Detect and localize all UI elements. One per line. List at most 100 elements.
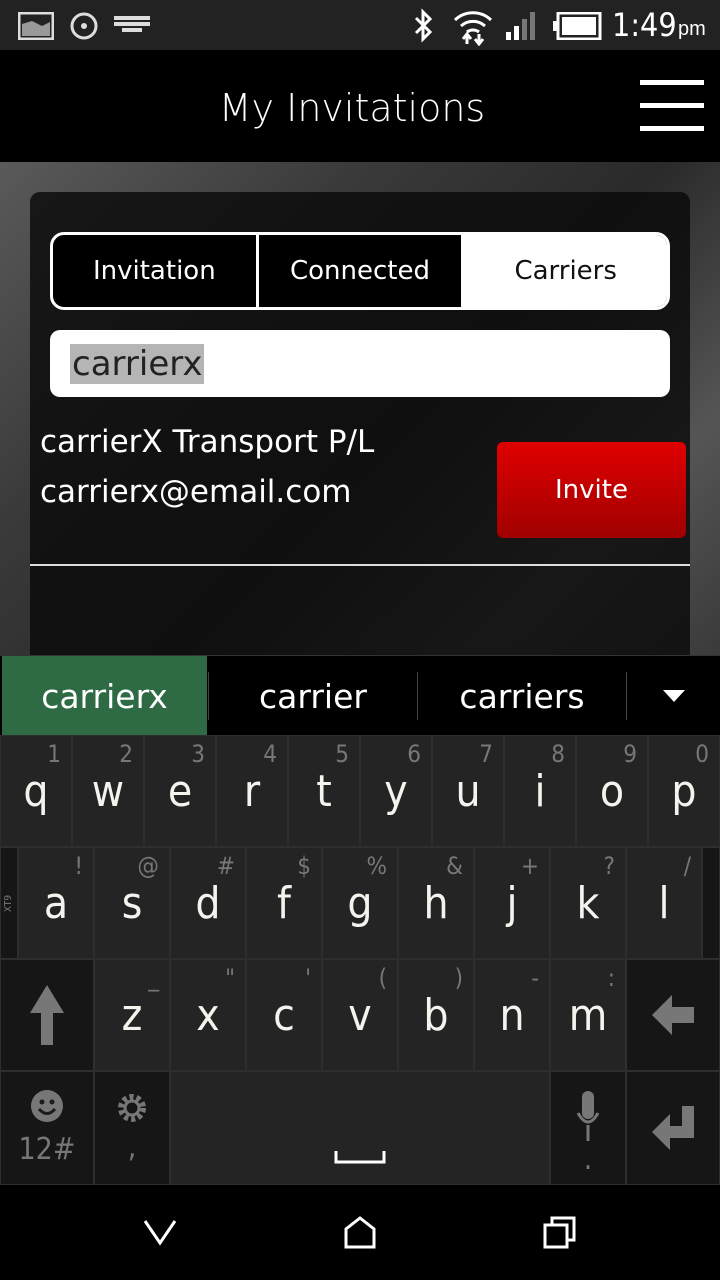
key-secondary-label: /	[683, 852, 691, 880]
key-label: a	[43, 877, 69, 929]
key-label: f	[277, 877, 291, 929]
suggestion-item[interactable]: carriers	[418, 656, 626, 736]
key-label: q	[23, 765, 49, 817]
keyboard-edge[interactable]	[702, 847, 720, 959]
key-c[interactable]: c '	[246, 959, 322, 1071]
key-i[interactable]: i8	[504, 735, 576, 847]
suggestion-item[interactable]: carrier	[209, 656, 417, 736]
bluetooth-icon	[414, 8, 433, 43]
key-secondary-label: %	[366, 852, 387, 880]
key-label: s	[121, 877, 143, 929]
key-label: y	[384, 765, 408, 817]
key-label: i	[534, 765, 546, 817]
key-m[interactable]: m:	[550, 959, 626, 1071]
key-x[interactable]: x "	[170, 959, 246, 1071]
tab-connected[interactable]: Connected	[259, 235, 465, 307]
key-secondary-label: _	[148, 964, 159, 992]
divider	[30, 564, 690, 566]
carrier-email: carrierx@email.com	[40, 474, 352, 510]
key-secondary-label: #	[216, 852, 235, 880]
tab-carriers[interactable]: Carriers	[464, 235, 667, 307]
key-l[interactable]: l /	[626, 847, 702, 959]
key-y[interactable]: y6	[360, 735, 432, 847]
page-title: My Invitations	[218, 86, 486, 130]
settings-comma-key[interactable]: ,	[94, 1071, 170, 1185]
key-label: n	[499, 989, 525, 1041]
signal-icon	[506, 12, 535, 40]
key-secondary-label: &	[446, 852, 463, 880]
gear-icon	[118, 1093, 146, 1122]
key-secondary-label: 5	[335, 740, 349, 768]
home-icon[interactable]	[342, 1215, 378, 1249]
key-secondary-label: 9	[623, 740, 637, 768]
clock-ampm: pm	[678, 18, 706, 40]
microphone-icon	[576, 1091, 600, 1141]
key-label: c	[273, 989, 295, 1041]
key-z[interactable]: z _	[94, 959, 170, 1071]
key-label: r	[243, 765, 261, 817]
key-secondary-label: ?	[603, 852, 615, 880]
key-secondary-label: !	[74, 852, 83, 880]
key-d[interactable]: d #	[170, 847, 246, 959]
recent-apps-icon[interactable]	[542, 1215, 578, 1249]
key-secondary-label: :	[607, 964, 615, 992]
key-k[interactable]: k?	[550, 847, 626, 959]
key-v[interactable]: v(	[322, 959, 398, 1071]
key-f[interactable]: f $	[246, 847, 322, 959]
symbols-label: 12#	[18, 1131, 76, 1167]
key-b[interactable]: b)	[398, 959, 474, 1071]
search-value: carrierx	[70, 343, 205, 384]
carrier-name: carrierX Transport P/L	[40, 424, 375, 460]
space-key[interactable]	[170, 1071, 550, 1185]
key-secondary-label: '	[305, 964, 311, 992]
app-header: My Invitations	[0, 50, 720, 162]
key-secondary-label: @	[137, 852, 159, 880]
key-label: k	[576, 877, 600, 929]
hamburger-icon[interactable]	[640, 80, 704, 132]
key-p[interactable]: p0	[648, 735, 720, 847]
key-h[interactable]: h &	[398, 847, 474, 959]
key-label: e	[167, 765, 193, 817]
key-g[interactable]: g%	[322, 847, 398, 959]
key-label: o	[599, 765, 625, 817]
key-u[interactable]: u7	[432, 735, 504, 847]
key-t[interactable]: t5	[288, 735, 360, 847]
key-o[interactable]: o9	[576, 735, 648, 847]
key-label: t	[316, 765, 332, 817]
key-e[interactable]: e3	[144, 735, 216, 847]
backspace-icon	[652, 995, 694, 1035]
key-label: m	[568, 989, 608, 1041]
key-n[interactable]: n-	[474, 959, 550, 1071]
back-icon[interactable]	[142, 1217, 178, 1247]
xt9-toggle[interactable]: XT9	[0, 847, 18, 959]
suggestion-bar: carrierx carrier carriers	[0, 655, 720, 736]
key-r[interactable]: r4	[216, 735, 288, 847]
key-label: h	[423, 877, 449, 929]
navigation-bar	[0, 1185, 720, 1280]
tab-invitation[interactable]: Invitation	[53, 235, 259, 307]
search-input[interactable]: carrierx	[50, 330, 670, 397]
backspace-key[interactable]	[626, 959, 720, 1071]
xt9-label: XT9	[3, 894, 15, 912]
key-q[interactable]: q1	[0, 735, 72, 847]
key-j[interactable]: j +	[474, 847, 550, 959]
key-label: u	[455, 765, 481, 817]
key-secondary-label: )	[454, 964, 463, 992]
shift-icon	[30, 985, 64, 1045]
expand-suggestions-icon[interactable]	[627, 656, 720, 736]
invite-button[interactable]: Invite	[497, 442, 686, 538]
battery-icon	[553, 12, 602, 40]
key-a[interactable]: a!	[18, 847, 94, 959]
key-secondary-label: (	[378, 964, 387, 992]
key-s[interactable]: s @	[94, 847, 170, 959]
key-label: b	[423, 989, 449, 1041]
shift-key[interactable]	[0, 959, 94, 1071]
symbols-key[interactable]: 12#	[0, 1071, 94, 1185]
key-w[interactable]: w2	[72, 735, 144, 847]
key-secondary-label: "	[225, 964, 235, 992]
suggestion-item[interactable]: carrierx	[2, 656, 207, 736]
key-label: x	[196, 989, 220, 1041]
voice-period-key[interactable]: .	[550, 1071, 626, 1185]
enter-key[interactable]	[626, 1071, 720, 1185]
key-secondary-label: 1	[47, 740, 61, 768]
